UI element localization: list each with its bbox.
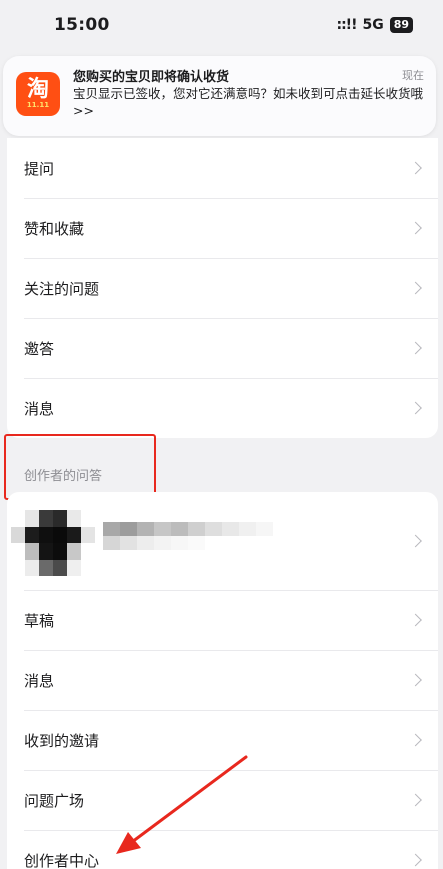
chevron-right-icon [409, 853, 422, 867]
menu-item-label: 消息 [24, 399, 55, 418]
menu-item-label: 关注的问题 [24, 279, 100, 298]
battery-icon: 89 [389, 17, 413, 33]
menu-item-label: 赞和收藏 [24, 219, 85, 238]
chevron-right-icon [409, 221, 422, 235]
signal-icon: ::!! [336, 17, 357, 33]
creator-profile-row[interactable] [7, 492, 438, 590]
menu-item-label: 草稿 [24, 611, 55, 630]
taobao-app-icon: 淘 11.11 [16, 72, 60, 116]
menu-item-label: 消息 [24, 671, 55, 690]
pixelated-name [103, 522, 273, 564]
notification-time: 现在 [402, 69, 424, 82]
pixelated-avatar [11, 510, 95, 576]
menu-item-creator-messages[interactable]: 消息 [7, 650, 438, 710]
menu-item-likes-favorites[interactable]: 赞和收藏 [7, 198, 438, 258]
notification-banner[interactable]: 淘 11.11 您购买的宝贝即将确认收货 现在 宝贝显示已签收，您对它还满意吗？… [3, 56, 436, 136]
network-type: 5G [362, 17, 384, 33]
app-icon-subtext: 11.11 [26, 101, 50, 109]
status-bar: 15:00 ::!! 5G 89 [0, 0, 443, 50]
menu-card-main: 提问 赞和收藏 关注的问题 邀答 消息 [7, 138, 438, 438]
chevron-right-icon [409, 281, 422, 295]
highlight-box-annotation [4, 434, 156, 500]
notification-body: 宝贝显示已签收，您对它还满意吗？如未收到可点击延长收货哦>> [73, 86, 424, 118]
menu-item-question-plaza[interactable]: 问题广场 [7, 770, 438, 830]
menu-item-label: 问题广场 [24, 791, 85, 810]
chevron-right-icon [409, 401, 422, 415]
menu-item-invite-answer[interactable]: 邀答 [7, 318, 438, 378]
app-icon-glyph: 淘 [26, 77, 49, 102]
chevron-right-icon [409, 733, 422, 747]
chevron-right-icon [409, 793, 422, 807]
menu-item-creator-center[interactable]: 创作者中心 [7, 830, 438, 869]
chevron-right-icon [409, 534, 422, 548]
menu-item-messages[interactable]: 消息 [7, 378, 438, 438]
chevron-right-icon [409, 613, 422, 627]
menu-item-label: 收到的邀请 [24, 731, 100, 750]
menu-item-label: 邀答 [24, 339, 55, 358]
menu-item-label: 创作者中心 [24, 851, 100, 869]
menu-item-ask[interactable]: 提问 [7, 138, 438, 198]
notification-title: 您购买的宝贝即将确认收货 [73, 70, 230, 85]
status-time: 15:00 [54, 15, 110, 35]
chevron-right-icon [409, 673, 422, 687]
menu-item-received-invitations[interactable]: 收到的邀请 [7, 710, 438, 770]
chevron-right-icon [409, 341, 422, 355]
menu-card-creator: 草稿 消息 收到的邀请 问题广场 创作者中心 [7, 492, 438, 869]
status-indicators: ::!! 5G 89 [336, 17, 413, 33]
chevron-right-icon [409, 161, 422, 175]
menu-item-followed-questions[interactable]: 关注的问题 [7, 258, 438, 318]
menu-item-label: 提问 [24, 159, 55, 178]
menu-item-drafts[interactable]: 草稿 [7, 590, 438, 650]
